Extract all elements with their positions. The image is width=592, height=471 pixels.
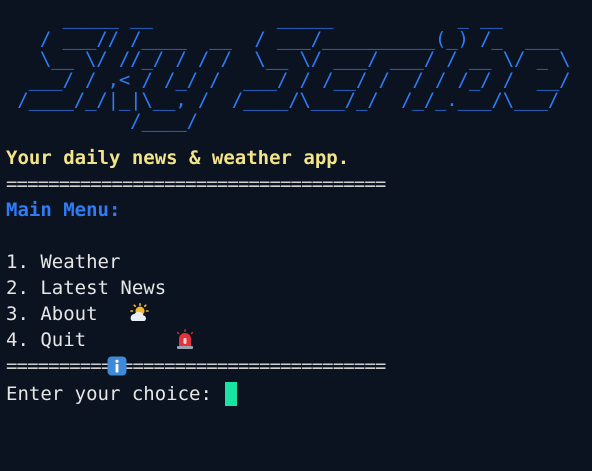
menu-item-label: 1. Weather bbox=[6, 251, 121, 273]
tagline: Your daily news & weather app. bbox=[6, 147, 350, 169]
sun-behind-cloud-icon bbox=[128, 251, 150, 321]
menu-item-latest-news: 2. Latest News bbox=[6, 275, 592, 349]
main-menu-title: Main Menu: bbox=[6, 199, 121, 221]
info-icon bbox=[106, 303, 128, 376]
menu-item-label: 4. Quit bbox=[6, 329, 87, 351]
divider-top: ==================================== bbox=[6, 173, 386, 195]
terminal-window: _____ __ _____ _ __ / ___// /____ __ / _… bbox=[0, 0, 592, 471]
ascii-logo-line: _____ __ _____ _ __ bbox=[6, 7, 582, 29]
menu-item-about: 3. About bbox=[6, 301, 592, 376]
siren-icon bbox=[174, 277, 196, 349]
choice-prompt[interactable]: Enter your choice: bbox=[6, 381, 592, 407]
ascii-logo-line: \__ \/ //_/ / / / \__ \/ ___/ ___/ / __ … bbox=[6, 48, 571, 70]
divider-bottom: ==================================== bbox=[6, 355, 386, 377]
ascii-logo-line: / ___// /____ __ / ___/__________(_) /_ … bbox=[6, 27, 571, 50]
menu-item-quit: 4. Quit bbox=[6, 327, 592, 353]
ascii-logo-line: /____/_/|_|\__, / /____/\___/_/ /_/_.___… bbox=[6, 89, 571, 111]
ascii-logo: _____ __ _____ _ __ / ___// /____ __ / _… bbox=[6, 8, 592, 131]
menu-item-weather: 1. Weather bbox=[6, 249, 592, 321]
text-cursor[interactable] bbox=[225, 382, 238, 406]
ascii-logo-line: ___/ / ,< / /_/ / ___/ / /__/ / / / /_/ … bbox=[6, 68, 571, 91]
menu-item-label: 3. About bbox=[6, 303, 98, 325]
ascii-logo-line: /____/ bbox=[6, 109, 582, 132]
